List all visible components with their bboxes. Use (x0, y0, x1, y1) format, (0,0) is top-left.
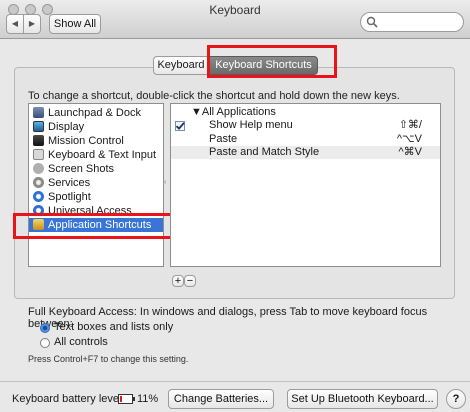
search-field[interactable] (360, 12, 464, 32)
shortcut-row[interactable]: Paste ^⌥V (171, 133, 440, 146)
bluetooth-keyboard-button[interactable]: Set Up Bluetooth Keyboard... (287, 389, 438, 409)
category-spotlight[interactable]: Spotlight (29, 190, 163, 204)
battery-level: 11% (137, 393, 159, 405)
radio-text-boxes[interactable] (40, 323, 50, 333)
radio-all-controls[interactable] (40, 338, 50, 348)
search-icon (366, 16, 378, 28)
screenshot-icon (33, 163, 44, 174)
category-launchpad[interactable]: Launchpad & Dock (29, 106, 163, 120)
shortcut-keys[interactable]: ⇧⌘/ (399, 119, 422, 132)
display-icon (33, 121, 44, 132)
shortcut-row[interactable]: Paste and Match Style ^⌘V (171, 146, 440, 159)
category-services[interactable]: Services (29, 176, 163, 190)
category-screen-shots[interactable]: Screen Shots (29, 162, 163, 176)
shortcut-list[interactable]: ▼All Applications Show Help menu ⇧⌘/ Pas… (170, 103, 441, 267)
shortcut-row[interactable]: Show Help menu ⇧⌘/ (171, 119, 440, 132)
shortcut-name: Show Help menu (209, 119, 293, 131)
shortcut-name: Paste (209, 133, 238, 145)
option-all-controls-label[interactable]: All controls (54, 336, 108, 348)
spotlight-icon (33, 191, 44, 202)
divider (0, 381, 470, 382)
remove-shortcut-button[interactable]: − (184, 275, 196, 287)
category-label: Services (48, 177, 91, 189)
forward-button[interactable]: ▶ (23, 14, 41, 34)
option-text-boxes-label[interactable]: Text boxes and lists only (54, 321, 173, 333)
mission-control-icon (33, 135, 44, 146)
instruction-text: To change a shortcut, double-click the s… (28, 90, 400, 102)
group-label: ▼All Applications (191, 106, 276, 118)
back-button[interactable]: ◀ (6, 14, 24, 34)
add-shortcut-button[interactable]: + (172, 275, 184, 287)
hint-text: Press Control+F7 to change this setting. (28, 354, 189, 364)
highlight-box-tab (207, 45, 337, 78)
category-mission-control[interactable]: Mission Control (29, 134, 163, 148)
group-row-all-applications[interactable]: ▼All Applications (171, 105, 440, 118)
category-display[interactable]: Display (29, 120, 163, 134)
category-label: Mission Control (48, 135, 124, 147)
shortcut-keys[interactable]: ^⌘V (399, 146, 423, 159)
battery-label: Keyboard battery level: (12, 393, 125, 405)
category-label: Display (48, 121, 85, 133)
change-batteries-button[interactable]: Change Batteries... (168, 389, 274, 409)
category-keyboard-text-input[interactable]: Keyboard & Text Input (29, 148, 163, 162)
launchpad-icon (33, 107, 44, 118)
shortcut-keys[interactable]: ^⌥V (397, 133, 422, 146)
category-label: Launchpad & Dock (48, 107, 141, 119)
help-button[interactable]: ? (446, 389, 466, 409)
category-label: Spotlight (48, 191, 91, 203)
category-list[interactable]: Launchpad & Dock Display Mission Control… (28, 103, 164, 267)
gear-icon (33, 177, 44, 188)
show-all-button[interactable]: Show All (49, 14, 101, 34)
search-input[interactable] (380, 15, 458, 29)
battery-icon (118, 394, 135, 404)
category-label: Screen Shots (48, 163, 115, 175)
tab-keyboard[interactable]: Keyboard (153, 56, 209, 75)
shortcut-name: Paste and Match Style (209, 146, 320, 158)
title-bar: Keyboard ◀ ▶ Show All (0, 0, 470, 39)
keyboard-icon (33, 149, 44, 160)
category-label: Keyboard & Text Input (48, 149, 157, 161)
